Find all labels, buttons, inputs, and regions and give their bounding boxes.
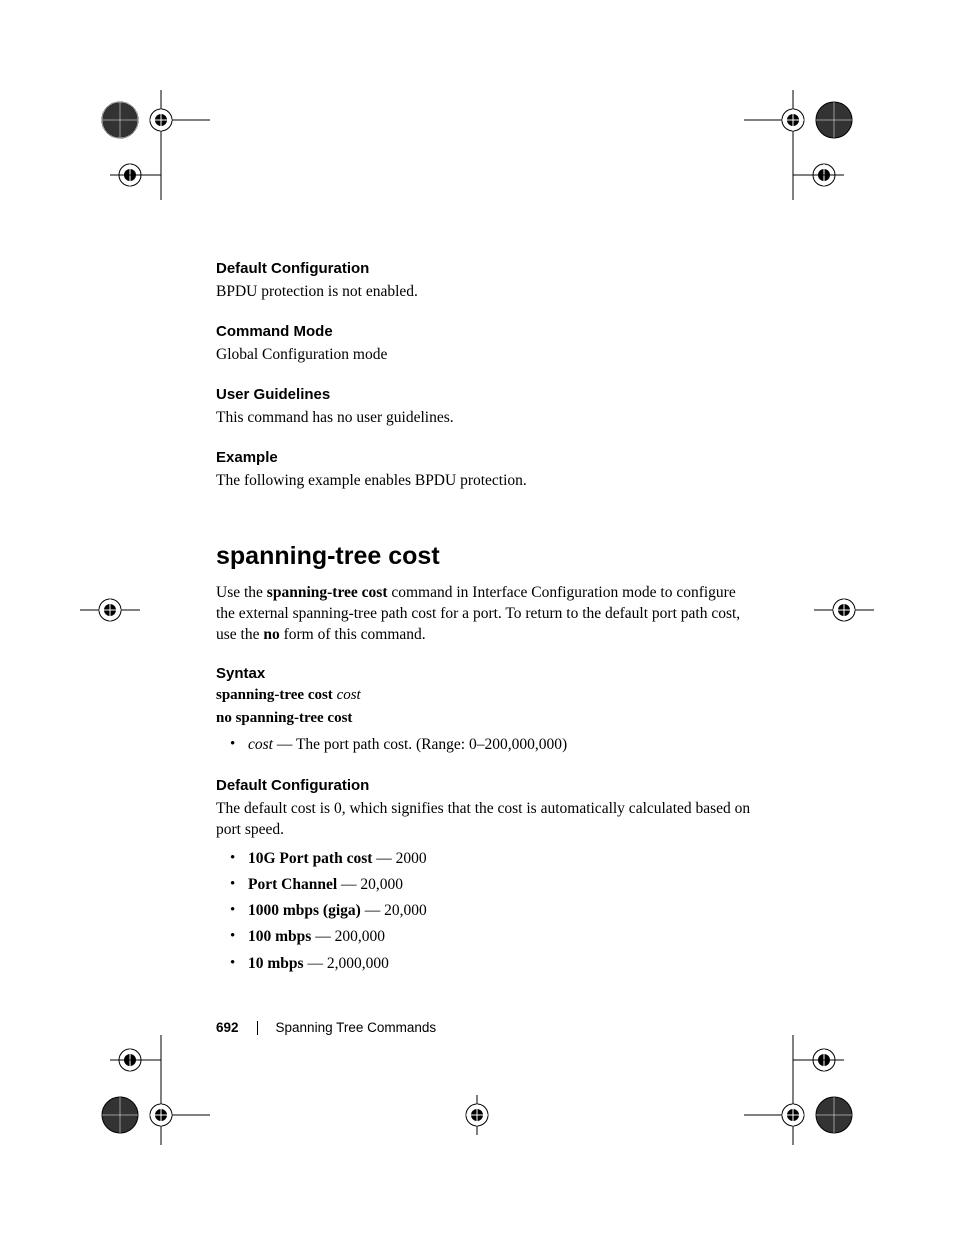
main-command-title: spanning-tree cost — [216, 542, 756, 571]
desc-pre: Use the — [216, 584, 267, 601]
bullet-param: cost — [248, 736, 277, 753]
crop-mark-ml — [80, 590, 140, 630]
footer-divider — [257, 1021, 258, 1035]
crop-mark-tl — [90, 90, 210, 200]
crop-mark-bc — [447, 1095, 507, 1135]
item-value: — 20,000 — [361, 902, 427, 919]
syntax-bullet-cost: cost — The port path cost. (Range: 0–200… — [216, 733, 756, 756]
item-value: — 200,000 — [311, 928, 385, 945]
text-command-mode: Global Configuration mode — [216, 345, 756, 366]
text-example: The following example enables BPDU prote… — [216, 471, 756, 492]
default-cost-list: 10G Port path cost — 2000 Port Channel —… — [216, 847, 756, 975]
main-command-description: Use the spanning-tree cost command in In… — [216, 583, 756, 646]
item-label: 10G Port path cost — [248, 850, 372, 867]
desc-bold1: spanning-tree cost — [267, 584, 388, 601]
heading-user-guidelines: User Guidelines — [216, 386, 756, 403]
bullet-text: — The port path cost. (Range: 0–200,000,… — [277, 736, 567, 753]
list-item: 1000 mbps (giga) — 20,000 — [216, 899, 756, 922]
page-number: 692 — [216, 1020, 239, 1035]
item-label: 1000 mbps (giga) — [248, 902, 361, 919]
crop-mark-br — [744, 1035, 864, 1145]
page-footer: 692 Spanning Tree Commands — [216, 1020, 436, 1035]
item-label: 100 mbps — [248, 928, 311, 945]
syntax-line-2: no spanning-tree cost — [216, 710, 756, 727]
list-item: 10 mbps — 2,000,000 — [216, 952, 756, 975]
syntax-line-1: spanning-tree cost cost — [216, 687, 756, 704]
syntax-cmd: spanning-tree cost — [216, 687, 337, 703]
item-value: — 2000 — [372, 850, 426, 867]
item-value: — 2,000,000 — [304, 955, 389, 972]
heading-command-mode: Command Mode — [216, 323, 756, 340]
text-default-config: BPDU protection is not enabled. — [216, 282, 756, 303]
syntax-bullets: cost — The port path cost. (Range: 0–200… — [216, 733, 756, 756]
crop-mark-mr — [814, 590, 874, 630]
crop-mark-tr — [744, 90, 864, 200]
page-content: Default Configuration BPDU protection is… — [216, 260, 756, 978]
heading-default-config: Default Configuration — [216, 260, 756, 277]
list-item: 10G Port path cost — 2000 — [216, 847, 756, 870]
list-item: Port Channel — 20,000 — [216, 873, 756, 896]
desc-bold2: no — [263, 626, 279, 643]
syntax-param: cost — [337, 687, 361, 703]
item-label: 10 mbps — [248, 955, 304, 972]
heading-default-config-2: Default Configuration — [216, 777, 756, 794]
footer-chapter: Spanning Tree Commands — [276, 1020, 437, 1035]
list-item: 100 mbps — 200,000 — [216, 925, 756, 948]
desc-post: form of this command. — [280, 626, 426, 643]
heading-syntax: Syntax — [216, 665, 756, 682]
heading-example: Example — [216, 449, 756, 466]
item-label: Port Channel — [248, 876, 337, 893]
crop-mark-bl — [90, 1035, 210, 1145]
text-user-guidelines: This command has no user guidelines. — [216, 408, 756, 429]
item-value: — 20,000 — [337, 876, 403, 893]
text-default-config-2: The default cost is 0, which signifies t… — [216, 799, 756, 841]
